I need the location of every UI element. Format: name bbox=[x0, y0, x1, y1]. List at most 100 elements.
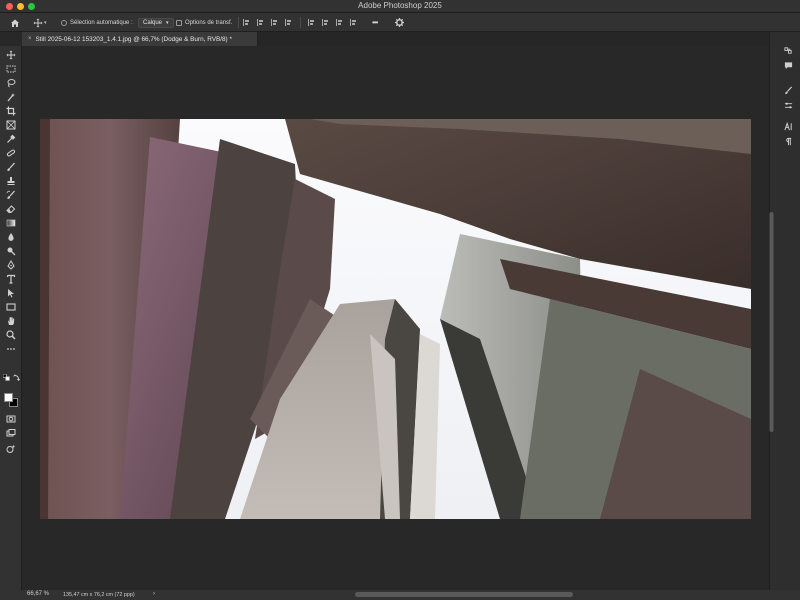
type-tool-icon bbox=[6, 274, 16, 284]
close-tab-icon[interactable]: × bbox=[28, 36, 32, 42]
options-bar: ▾ Sélection automatique : Calque ▾ Optio… bbox=[0, 13, 800, 32]
blur-tool[interactable] bbox=[3, 230, 19, 243]
comments-icon bbox=[784, 62, 792, 70]
swap-colors-button[interactable] bbox=[12, 373, 20, 381]
rectangle-tool[interactable] bbox=[3, 300, 19, 313]
marquee-tool-icon bbox=[6, 65, 16, 72]
home-button[interactable] bbox=[10, 13, 20, 32]
auto-select-checkbox[interactable] bbox=[61, 19, 67, 26]
frame-tool[interactable] bbox=[3, 118, 19, 131]
foreground-color-swatch[interactable] bbox=[4, 393, 13, 402]
more-tools-icon bbox=[7, 347, 15, 350]
gradient-tool[interactable] bbox=[3, 216, 19, 229]
screen-mode-button[interactable] bbox=[3, 426, 19, 439]
healing-brush-icon bbox=[6, 149, 16, 156]
history-panel-button[interactable] bbox=[780, 44, 796, 57]
quick-mask-icon bbox=[6, 415, 16, 422]
adjustments-button[interactable] bbox=[780, 99, 796, 112]
character-panel-button[interactable] bbox=[780, 120, 796, 133]
transform-checkbox[interactable] bbox=[176, 19, 182, 26]
divider bbox=[238, 17, 239, 28]
brush-tool[interactable] bbox=[3, 160, 19, 173]
status-menu-button[interactable]: › bbox=[153, 591, 155, 597]
document-image[interactable] bbox=[40, 119, 751, 519]
transform-controls-toggle[interactable]: Options de transf. bbox=[176, 13, 232, 32]
vertical-scrollbar[interactable] bbox=[768, 212, 775, 432]
comments-button[interactable] bbox=[780, 59, 796, 72]
history-brush-icon bbox=[6, 190, 15, 199]
hand-tool[interactable] bbox=[3, 314, 19, 327]
rectangle-tool-icon bbox=[6, 302, 16, 311]
title-bar: Adobe Photoshop 2025 bbox=[0, 0, 800, 13]
quick-mask-button[interactable] bbox=[3, 412, 19, 425]
default-colors-button[interactable] bbox=[2, 373, 10, 381]
align-right-icon[interactable] bbox=[271, 19, 278, 26]
marquee-tool[interactable] bbox=[3, 62, 19, 75]
type-tool[interactable] bbox=[3, 272, 19, 285]
dodge-tool-icon bbox=[7, 247, 16, 255]
history-panel-icon bbox=[783, 47, 792, 54]
history-brush-tool[interactable] bbox=[3, 188, 19, 201]
align-left-icon[interactable] bbox=[243, 19, 250, 26]
align-top-icon[interactable] bbox=[285, 19, 292, 26]
app-title: Adobe Photoshop 2025 bbox=[358, 1, 442, 10]
crop-tool-icon bbox=[6, 106, 16, 115]
document-tab[interactable]: × Still 2025-06-12 153203_1.4.1.jpg @ 66… bbox=[22, 32, 258, 46]
crop-tool[interactable] bbox=[3, 104, 19, 117]
photo-content bbox=[40, 119, 751, 519]
chevron-down-icon: ▾ bbox=[44, 19, 47, 26]
settings-button[interactable] bbox=[395, 13, 404, 32]
eyedropper-tool[interactable] bbox=[3, 132, 19, 145]
zoom-level[interactable]: 66,67 % bbox=[27, 591, 49, 597]
align-buttons bbox=[243, 13, 292, 32]
generative-button[interactable] bbox=[3, 442, 19, 455]
brush-tool-icon bbox=[7, 162, 15, 171]
healing-brush-tool[interactable] bbox=[3, 146, 19, 159]
hand-tool-icon bbox=[8, 316, 15, 325]
blur-tool-icon bbox=[8, 232, 14, 241]
object-select-tool[interactable] bbox=[3, 90, 19, 103]
clone-stamp-tool[interactable] bbox=[3, 174, 19, 187]
transform-label: Options de transf. bbox=[185, 19, 233, 26]
document-dimensions: 135,47 cm x 76,2 cm (72 ppp) bbox=[63, 591, 135, 598]
dodge-tool[interactable] bbox=[3, 244, 19, 257]
swap-colors-icon bbox=[12, 373, 20, 381]
auto-select-value: Calque bbox=[143, 19, 163, 26]
brush-settings-button[interactable] bbox=[780, 84, 796, 97]
pen-tool-icon bbox=[7, 259, 15, 270]
clone-stamp-icon bbox=[7, 176, 15, 185]
pen-tool[interactable] bbox=[3, 258, 19, 271]
move-icon bbox=[33, 18, 43, 27]
more-options-button[interactable]: ••• bbox=[372, 13, 378, 32]
eraser-tool-icon bbox=[6, 204, 16, 213]
eyedropper-tool-icon bbox=[7, 134, 16, 143]
auto-select-toggle[interactable]: Sélection automatique : bbox=[61, 13, 133, 32]
auto-select-dropdown[interactable]: Calque ▾ bbox=[138, 17, 174, 28]
frame-tool-icon bbox=[6, 120, 16, 129]
generative-icon bbox=[6, 444, 16, 453]
lasso-tool[interactable] bbox=[3, 76, 19, 89]
default-colors-icon bbox=[2, 373, 10, 381]
path-select-icon bbox=[8, 288, 14, 297]
move-tool[interactable] bbox=[3, 48, 19, 61]
distribute-top-icon[interactable] bbox=[308, 19, 315, 26]
distribute-bottom-icon[interactable] bbox=[336, 19, 343, 26]
more-tools-button[interactable] bbox=[3, 342, 19, 355]
path-select-tool[interactable] bbox=[3, 286, 19, 299]
distribute-horizontal-icon[interactable] bbox=[350, 19, 357, 26]
zoom-tool-icon bbox=[6, 329, 16, 340]
zoom-tool[interactable] bbox=[3, 328, 19, 341]
eraser-tool[interactable] bbox=[3, 202, 19, 215]
adjustments-icon bbox=[784, 102, 792, 109]
home-icon bbox=[11, 19, 19, 27]
document-tab-bar: × Still 2025-06-12 153203_1.4.1.jpg @ 66… bbox=[22, 32, 769, 46]
move-tool-preset[interactable]: ▾ bbox=[33, 13, 47, 32]
paragraph-panel-icon bbox=[785, 137, 791, 146]
horizontal-scrollbar[interactable] bbox=[355, 592, 573, 597]
paragraph-panel-button[interactable] bbox=[780, 135, 796, 148]
auto-select-label: Sélection automatique : bbox=[70, 19, 133, 26]
distribute-middle-icon[interactable] bbox=[322, 19, 329, 26]
align-center-icon[interactable] bbox=[257, 19, 264, 26]
distribute-buttons bbox=[308, 13, 357, 32]
tools-panel bbox=[0, 46, 22, 590]
